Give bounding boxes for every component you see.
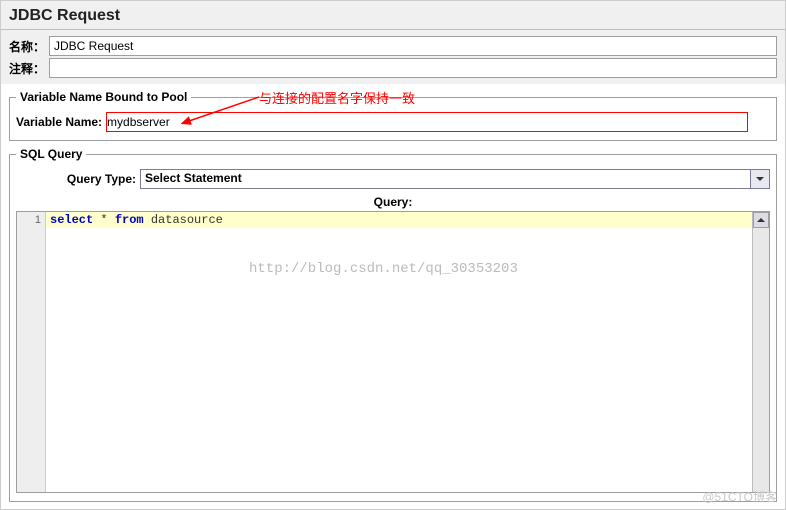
editor-gutter: 1 — [17, 212, 46, 492]
query-type-value: Select Statement — [141, 170, 750, 188]
basic-fields: 名称： 注释： — [1, 30, 785, 84]
comment-label: 注释： — [9, 60, 45, 77]
name-label: 名称： — [9, 38, 45, 55]
sql-query-legend: SQL Query — [16, 147, 86, 161]
variable-pool-legend: Variable Name Bound to Pool — [16, 90, 191, 104]
scroll-up-button[interactable] — [753, 212, 769, 228]
kw-select: select — [50, 213, 93, 227]
footer-attribution: @51CTO博客 — [702, 488, 777, 505]
query-editor[interactable]: 1 select * from datasource — [16, 211, 770, 493]
comment-input[interactable] — [49, 58, 777, 78]
line-number: 1 — [17, 214, 41, 226]
dropdown-button[interactable] — [750, 170, 769, 188]
variable-name-label: Variable Name: — [16, 115, 102, 129]
code-line: select * from datasource — [46, 212, 752, 228]
vertical-scrollbar[interactable] — [752, 212, 769, 492]
page-title: JDBC Request — [9, 7, 120, 24]
editor-body[interactable]: select * from datasource — [46, 212, 752, 492]
query-type-dropdown[interactable]: Select Statement — [140, 169, 770, 189]
kw-from: from — [115, 213, 144, 227]
query-label: Query: — [16, 193, 770, 211]
sql-query-fieldset: SQL Query Query Type: Select Statement Q… — [9, 147, 777, 502]
panel-header: JDBC Request — [1, 1, 785, 30]
variable-name-input[interactable] — [106, 112, 748, 132]
name-input[interactable] — [49, 36, 777, 56]
table-token: datasource — [144, 213, 223, 227]
chevron-up-icon — [757, 218, 765, 222]
star-token: * — [93, 213, 115, 227]
chevron-down-icon — [756, 177, 764, 181]
query-type-label: Query Type: — [16, 172, 136, 186]
annotation-text: 与连接的配置名字保持一致 — [259, 88, 415, 107]
